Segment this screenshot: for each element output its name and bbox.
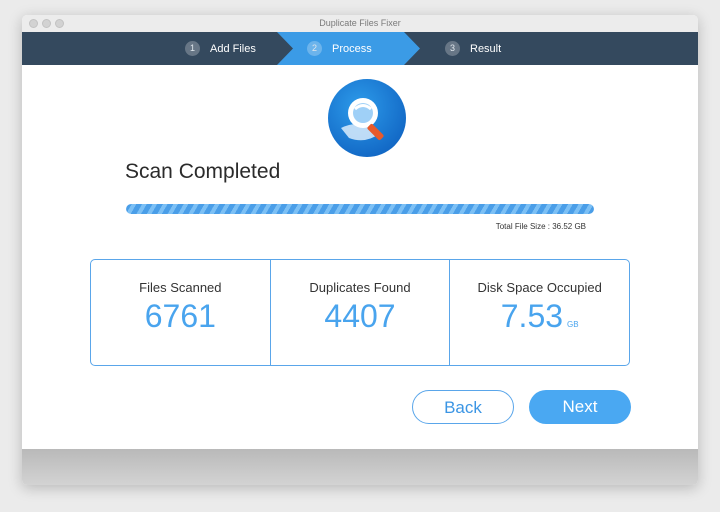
step-progress-bar: 1 Add Files 2 Process 3 Result: [22, 32, 698, 65]
duplicates-found-card: Duplicates Found 4407: [271, 260, 451, 365]
disk-space-card: Disk Space Occupied 7.53 GB: [450, 260, 629, 365]
step-number: 2: [307, 41, 322, 56]
title-bar: Duplicate Files Fixer: [22, 15, 698, 33]
step-number: 1: [185, 41, 200, 56]
scan-status-title: Scan Completed: [125, 160, 281, 183]
stat-value: 4407: [271, 298, 450, 335]
step-label: Process: [332, 42, 372, 55]
app-window: Duplicate Files Fixer 1 Add Files 2 Proc…: [22, 15, 698, 485]
stat-label: Disk Space Occupied: [477, 280, 602, 295]
step-number: 3: [445, 41, 460, 56]
step-result: 3 Result: [445, 40, 501, 57]
step-label: Result: [470, 42, 502, 55]
window-title: Duplicate Files Fixer: [319, 18, 401, 28]
files-scanned-value: 6761: [144, 298, 216, 334]
disk-space-value: 7.53: [500, 298, 564, 334]
stat-label: Files Scanned: [139, 280, 222, 295]
scan-progress-bar: [126, 204, 594, 214]
scan-statistics: Files Scanned 6761 Duplicates Found 4407…: [90, 259, 630, 366]
back-button[interactable]: Back: [412, 390, 514, 424]
files-scanned-card: Files Scanned 6761: [91, 260, 271, 365]
stat-value: 6761: [91, 298, 270, 335]
stat-label: Duplicates Found: [309, 280, 411, 295]
duplicates-found-value: 4407: [324, 298, 396, 334]
stat-value: 7.53 GB: [450, 298, 629, 335]
step-process: 2 Process: [307, 40, 372, 57]
next-button[interactable]: Next: [529, 390, 631, 424]
step-add-files: 1 Add Files: [185, 40, 256, 57]
disk-space-unit: GB: [567, 320, 579, 329]
total-file-size: Total File Size : 36.52 GB: [495, 222, 586, 231]
scan-progress-fill: [126, 204, 594, 214]
window-footer: [22, 449, 698, 485]
magnifier-over-hand-logo: [328, 79, 406, 157]
step-label: Add Files: [210, 42, 256, 55]
